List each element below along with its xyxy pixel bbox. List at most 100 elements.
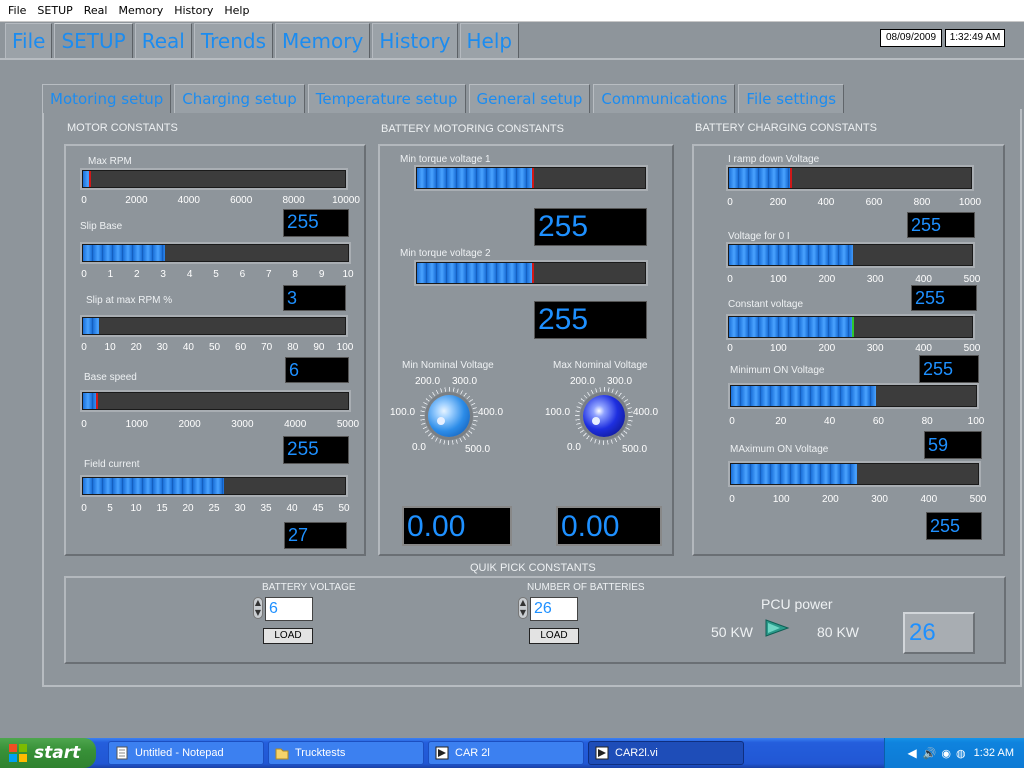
slider-needle[interactable] [532,168,535,188]
base-speed-slider[interactable] [82,392,349,410]
knob-tick: 100.0 [545,407,571,418]
tab-charging-setup[interactable]: Charging setup [174,84,305,113]
max-nominal-voltage-knob[interactable] [583,395,625,437]
system-tray: ◀ 🔊 ◉ ◍ 1:32 AM [884,738,1024,768]
knob-indicator [437,417,445,425]
num-batteries-spinner[interactable]: ▲ ▼ [518,597,528,619]
slider-fill [417,263,534,283]
constant-voltage-slider[interactable] [728,316,973,338]
menu-memory[interactable]: Memory [118,4,163,17]
min-torque-2-slider[interactable] [416,262,646,284]
volume-icon[interactable]: 🔊 [923,747,937,760]
scale-tick-label: 1000 [958,197,982,208]
folder-icon [275,748,289,760]
slip-max-rpm-slider[interactable] [82,317,346,335]
num-batteries-load-button[interactable]: LOAD [529,628,579,644]
taskbar-car2l-vi[interactable]: CAR2l.vi [588,741,744,765]
max-rpm-slider[interactable] [82,170,346,188]
taskbar-car2l-vi-label: CAR2l.vi [615,747,658,759]
slider-needle[interactable] [88,171,91,187]
max-nominal-voltage-knob-area: 200.0 300.0 100.0 400.0 0.0 500.0 [545,374,665,455]
taskbar-notepad[interactable]: Untitled - Notepad [108,741,264,765]
security-icon[interactable]: ◍ [956,747,966,760]
menu-file[interactable]: File [8,4,26,17]
scale-tick-label: 5 [213,269,219,280]
tab-general-setup[interactable]: General setup [468,84,591,113]
scale-tick-label: 400 [817,197,835,208]
slip-base-value: 3 [283,285,346,311]
minimum-on-voltage-value: 59 [924,431,982,459]
motor-constants-title: MOTOR CONSTANTS [67,122,178,134]
network-icon[interactable]: ◉ [941,747,951,760]
scale-tick-label: 100 [336,342,354,353]
slider-needle[interactable] [95,393,98,409]
slider-needle[interactable] [532,263,535,283]
scale-tick-label: 200 [818,274,836,285]
scale-tick-label: 100 [770,274,787,285]
labview-vi-icon [595,746,609,760]
slider-fill [729,317,853,337]
taskbar-trucktests-label: Trucktests [295,747,346,759]
app-window: File SETUP Real Trends Memory History He… [0,22,1024,738]
battery-voltage-load-button[interactable]: LOAD [263,628,313,644]
scale-tick-label: 25 [208,503,220,514]
min-nominal-voltage-knob[interactable] [428,395,470,437]
tab-help[interactable]: Help [459,23,520,58]
tab-real[interactable]: Real [134,23,192,58]
menu-real[interactable]: Real [84,4,108,17]
menu-setup[interactable]: SETUP [37,4,72,17]
tab-trends[interactable]: Trends [193,23,273,58]
menu-help[interactable]: Help [224,4,249,17]
slip-base-slider[interactable] [82,244,349,262]
menu-history[interactable]: History [174,4,213,17]
tab-motoring-setup[interactable]: Motoring setup [42,84,172,113]
scale-tick-label: 200 [769,197,787,208]
battery-voltage-input[interactable]: 6 [265,597,313,621]
knob-tick: 200.0 [570,376,596,387]
scale-tick-label: 90 [313,342,325,353]
battery-motoring-group [378,144,674,556]
num-batteries-input[interactable]: 26 [530,597,578,621]
battery-motoring-title: BATTERY MOTORING CONSTANTS [381,123,564,135]
tab-history[interactable]: History [372,23,458,58]
notepad-icon [116,746,128,760]
scale-tick-label: 0 [727,197,733,208]
scale-tick-label: 0 [81,195,87,206]
slider-needle[interactable] [851,317,854,337]
pcu-value-display: 26 [903,612,975,654]
voltage-for-0i-slider[interactable] [728,244,973,266]
field-current-slider[interactable] [82,477,346,495]
min-torque-1-slider[interactable] [416,167,646,189]
tab-file[interactable]: File [5,23,53,58]
scale-tick-label: 20 [775,416,787,427]
slider-needle[interactable] [789,168,792,188]
scale-tick-label: 2000 [125,195,148,206]
tab-file-settings[interactable]: File settings [738,84,845,113]
scale-tick-label: 3 [160,269,166,280]
scale-tick-label: 15 [156,503,168,514]
scale-tick-label: 7 [266,269,272,280]
scale-tick-label: 100 [772,494,790,505]
minimum-on-voltage-slider[interactable] [730,385,977,407]
taskbar-car2l[interactable]: CAR 2l [428,741,584,765]
knob-tick: 0.0 [567,442,581,453]
scale-tick-label: 0 [81,503,87,514]
scale-tick-label: 60 [872,416,884,427]
tab-temperature-setup[interactable]: Temperature setup [307,84,466,113]
maximum-on-voltage-slider[interactable] [730,463,979,485]
scale-tick-label: 50 [208,342,221,353]
tab-setup[interactable]: SETUP [54,23,133,58]
start-button[interactable]: start [0,738,96,768]
tab-communications[interactable]: Communications [593,84,736,113]
scale-tick-label: 0 [727,274,733,285]
tray-collapse-icon[interactable]: ◀ [907,746,916,760]
taskbar-trucktests[interactable]: Trucktests [268,741,424,765]
i-ramp-down-slider[interactable] [728,167,972,189]
scale-tick-label: 1000 [125,419,148,430]
knob-tick: 0.0 [412,442,426,453]
max-rpm-label: Max RPM [88,156,132,167]
pcu-toggle-switch[interactable] [764,618,790,638]
battery-voltage-spinner[interactable]: ▲ ▼ [253,597,263,619]
tab-memory[interactable]: Memory [275,23,371,58]
scale-tick-label: 10 [130,503,142,514]
